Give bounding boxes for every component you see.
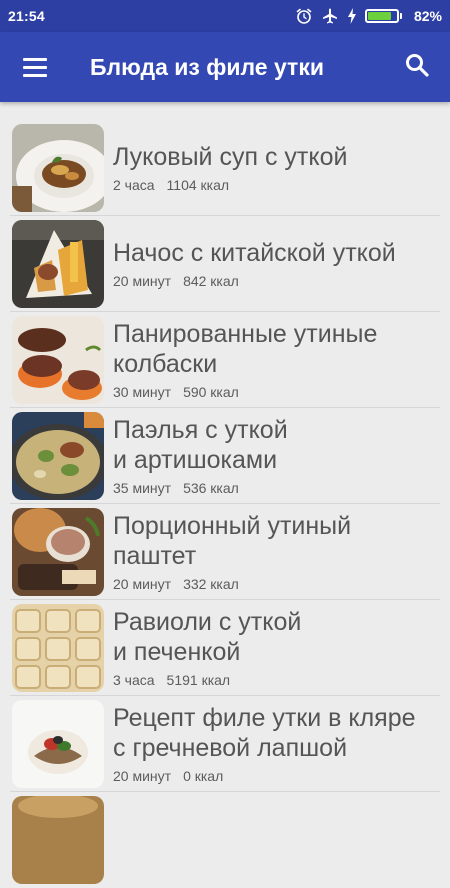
recipe-title: Панированные утиные колбаски bbox=[113, 320, 378, 378]
recipe-thumbnail-onion-soup bbox=[12, 123, 104, 212]
battery-percent: 82% bbox=[413, 8, 442, 24]
recipe-title: Луковый суп с уткой bbox=[113, 143, 348, 171]
status-time: 21:54 bbox=[8, 8, 45, 24]
menu-button[interactable] bbox=[0, 32, 70, 102]
recipe-kcal: 1104 ккал bbox=[166, 177, 230, 193]
recipe-meta: 20 минут 842 ккал bbox=[113, 273, 440, 289]
search-button[interactable] bbox=[384, 32, 450, 102]
recipe-thumbnail-paella bbox=[12, 411, 104, 500]
recipe-time: 3 часа bbox=[113, 672, 155, 688]
recipe-kcal: 5191 ккал bbox=[166, 672, 231, 688]
recipe-thumbnail-duck-noodles bbox=[12, 699, 104, 788]
recipe-list-item[interactable]: Луковый суп с уткой 2 часа 1104 ккал bbox=[10, 120, 440, 216]
recipe-list-item[interactable]: Панированные утиные колбаски 30 минут 590… bbox=[10, 312, 440, 408]
recipe-time: 20 минут bbox=[113, 768, 172, 784]
recipe-list-item[interactable]: Паэлья с уткой и артишоками 35 минут 536 … bbox=[10, 408, 440, 504]
recipe-thumbnail-nachos bbox=[12, 219, 104, 308]
recipe-meta: 35 минут 536 ккал bbox=[113, 480, 440, 496]
battery-level-fill bbox=[367, 12, 391, 20]
recipe-meta: 3 часа 5191 ккал bbox=[113, 672, 440, 688]
recipe-list-item-partial[interactable] bbox=[10, 792, 440, 888]
recipe-title: Рецепт филе утки в кляре с гречневой лап… bbox=[113, 704, 416, 762]
recipe-title: Равиоли с уткой и печенкой bbox=[113, 608, 302, 666]
recipe-thumbnail-pate bbox=[12, 507, 104, 596]
app-bar: Блюда из филе утки bbox=[0, 32, 450, 102]
recipe-list-item[interactable]: Начос с китайской уткой 20 минут 842 ккал bbox=[10, 216, 440, 312]
recipe-time: 20 минут bbox=[113, 273, 172, 289]
recipe-meta: 20 минут 332 ккал bbox=[113, 576, 440, 592]
recipe-meta: 30 минут 590 ккал bbox=[113, 384, 440, 400]
battery-icon bbox=[364, 9, 402, 23]
recipe-thumbnail-sausages bbox=[12, 315, 104, 404]
recipe-title: Паэлья с уткой и артишоками bbox=[113, 416, 288, 474]
recipe-list-item[interactable]: Рецепт филе утки в кляре с гречневой лап… bbox=[10, 696, 440, 792]
recipe-time: 20 минут bbox=[113, 576, 172, 592]
recipe-kcal: 842 ккал bbox=[183, 273, 239, 289]
recipe-meta: 2 часа 1104 ккал bbox=[113, 177, 440, 193]
recipe-title: Порционный утиный паштет bbox=[113, 512, 352, 570]
hamburger-menu-icon bbox=[23, 57, 47, 77]
recipe-kcal: 0 ккал bbox=[183, 768, 224, 784]
recipe-list: Луковый суп с уткой 2 часа 1104 ккал Начо… bbox=[0, 120, 450, 888]
search-icon bbox=[404, 52, 430, 83]
status-icons: 82% bbox=[295, 7, 442, 25]
recipe-list-item[interactable]: Порционный утиный паштет 20 минут 332 кка… bbox=[10, 504, 440, 600]
alarm-clock-icon bbox=[295, 7, 313, 25]
airplane-mode-icon bbox=[321, 7, 339, 25]
status-bar: 21:54 82% bbox=[0, 0, 450, 32]
recipe-list-item[interactable]: Равиоли с уткой и печенкой 3 часа 5191 кк… bbox=[10, 600, 440, 696]
recipe-title: Начос с китайской уткой bbox=[113, 239, 396, 267]
recipe-meta: 20 минут 0 ккал bbox=[113, 768, 440, 784]
recipe-time: 2 часа bbox=[113, 177, 155, 193]
recipe-time: 30 минут bbox=[113, 384, 172, 400]
recipe-time: 35 минут bbox=[113, 480, 172, 496]
charging-bolt-icon bbox=[347, 8, 357, 24]
recipe-kcal: 332 ккал bbox=[183, 576, 239, 592]
recipe-kcal: 536 ккал bbox=[183, 480, 239, 496]
recipe-kcal: 590 ккал bbox=[183, 384, 239, 400]
recipe-thumbnail-partial bbox=[12, 796, 104, 884]
recipe-thumbnail-ravioli bbox=[12, 603, 104, 692]
page-title: Блюда из филе утки bbox=[90, 53, 324, 80]
